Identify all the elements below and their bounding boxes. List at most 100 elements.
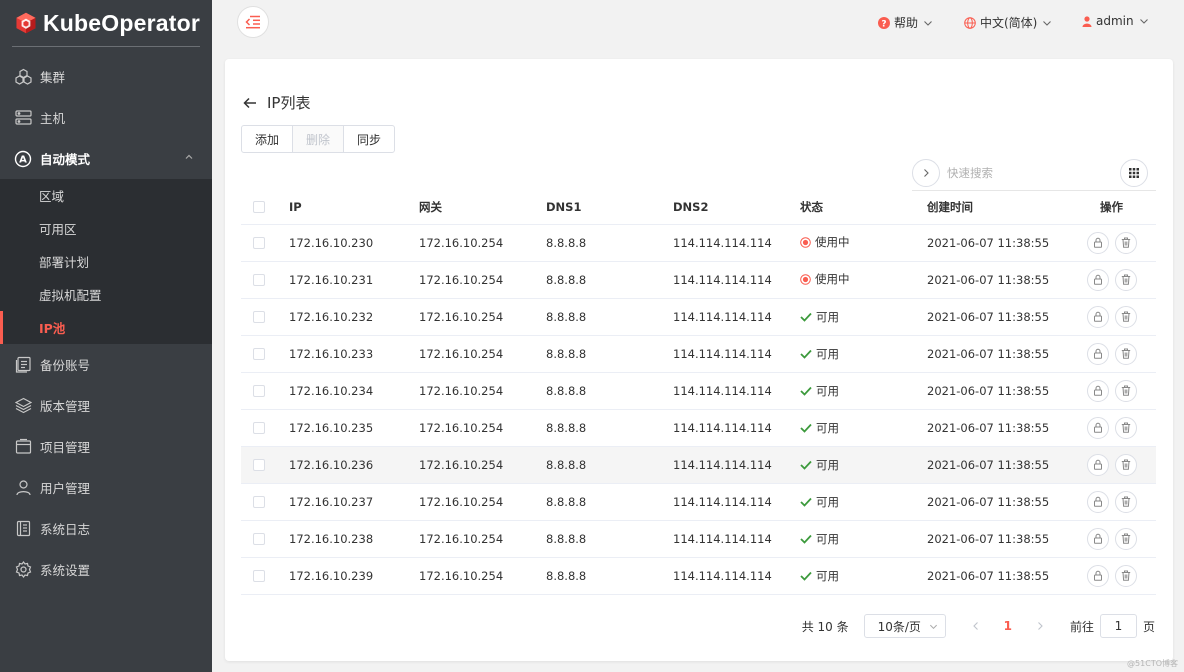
logo[interactable]: KubeOperator bbox=[12, 0, 200, 47]
column-header-dns1[interactable]: DNS1 bbox=[546, 190, 673, 225]
row-checkbox[interactable] bbox=[253, 533, 265, 545]
column-header-actions: 操作 bbox=[1067, 190, 1156, 225]
cell-actions bbox=[1067, 409, 1156, 447]
delete-row-button[interactable] bbox=[1114, 342, 1137, 365]
cell-created: 2021-06-07 11:38:55 bbox=[927, 409, 1067, 447]
page-size-select[interactable]: 10条/页 bbox=[863, 614, 946, 638]
add-button[interactable]: 添加 bbox=[241, 125, 294, 153]
next-page-button[interactable] bbox=[1028, 614, 1052, 638]
table-row[interactable]: 172.16.10.232 172.16.10.254 8.8.8.8 114.114… bbox=[241, 298, 1156, 336]
sidebar-item-host[interactable]: 主机 bbox=[0, 97, 212, 138]
column-header-ip[interactable]: IP bbox=[289, 190, 419, 225]
lock-button[interactable] bbox=[1086, 416, 1109, 439]
back-arrow-icon[interactable] bbox=[243, 97, 257, 109]
table-row[interactable]: 172.16.10.235 172.16.10.254 8.8.8.8 114.114… bbox=[241, 409, 1156, 447]
sidebar-item-backup[interactable]: 备份账号 bbox=[0, 344, 212, 385]
cell-dns1: 8.8.8.8 bbox=[546, 409, 673, 447]
delete-row-button[interactable] bbox=[1114, 416, 1137, 439]
row-checkbox[interactable] bbox=[253, 570, 265, 582]
delete-row-button[interactable] bbox=[1114, 231, 1137, 254]
help-icon: ? bbox=[878, 16, 890, 29]
trash-icon bbox=[1121, 459, 1130, 470]
project-icon bbox=[14, 438, 32, 456]
delete-button[interactable]: 删除 bbox=[292, 125, 345, 153]
table-row[interactable]: 172.16.10.238 172.16.10.254 8.8.8.8 114.114… bbox=[241, 520, 1156, 558]
cell-ip: 172.16.10.236 bbox=[289, 446, 419, 484]
lock-button[interactable] bbox=[1086, 268, 1109, 291]
sidebar-subitem-region[interactable]: 区域 bbox=[0, 179, 212, 212]
search-submit-button[interactable] bbox=[912, 159, 940, 187]
sidebar-subitem-label: IP池 bbox=[39, 321, 66, 336]
row-checkbox[interactable] bbox=[253, 459, 265, 471]
column-header-gateway[interactable]: 网关 bbox=[419, 190, 546, 225]
lock-button[interactable] bbox=[1086, 342, 1109, 365]
delete-row-button[interactable] bbox=[1114, 453, 1137, 476]
select-all-cell bbox=[241, 190, 289, 225]
column-header-status[interactable]: 状态 bbox=[800, 190, 927, 225]
row-checkbox[interactable] bbox=[253, 237, 265, 249]
check-icon bbox=[800, 349, 812, 359]
delete-row-button[interactable] bbox=[1114, 305, 1137, 328]
lock-button[interactable] bbox=[1086, 490, 1109, 513]
row-checkbox[interactable] bbox=[253, 348, 265, 360]
cell-actions bbox=[1067, 520, 1156, 558]
column-header-dns2[interactable]: DNS2 bbox=[673, 190, 800, 225]
row-checkbox[interactable] bbox=[253, 385, 265, 397]
status-badge: 可用 bbox=[800, 383, 839, 399]
table-row[interactable]: 172.16.10.236 172.16.10.254 8.8.8.8 114.114… bbox=[241, 446, 1156, 484]
table-row[interactable]: 172.16.10.237 172.16.10.254 8.8.8.8 114.114… bbox=[241, 483, 1156, 521]
search-input[interactable] bbox=[947, 163, 1107, 183]
sidebar-item-project[interactable]: 项目管理 bbox=[0, 426, 212, 467]
table-row[interactable]: 172.16.10.231 172.16.10.254 8.8.8.8 114.114… bbox=[241, 261, 1156, 299]
table-row[interactable]: 172.16.10.230 172.16.10.254 8.8.8.8 114.114… bbox=[241, 224, 1156, 262]
sidebar-item-logs[interactable]: 系统日志 bbox=[0, 508, 212, 549]
row-checkbox[interactable] bbox=[253, 311, 265, 323]
lock-button[interactable] bbox=[1086, 305, 1109, 328]
sync-button[interactable]: 同步 bbox=[343, 125, 396, 153]
gear-icon bbox=[14, 561, 32, 579]
sidebar-subitem-plan[interactable]: 部署计划 bbox=[0, 245, 212, 278]
automation-submenu: 区域 可用区 部署计划 虚拟机配置 IP池 bbox=[0, 179, 212, 344]
lock-button[interactable] bbox=[1086, 379, 1109, 402]
goto-page-input[interactable]: 1 bbox=[1099, 614, 1137, 638]
sidebar-item-automation[interactable]: A 自动模式 bbox=[0, 138, 212, 179]
column-settings-button[interactable] bbox=[1120, 159, 1148, 187]
table-row[interactable]: 172.16.10.233 172.16.10.254 8.8.8.8 114.114… bbox=[241, 335, 1156, 373]
lock-icon bbox=[1093, 311, 1102, 322]
ip-table: IP 网关 DNS1 DNS2 状态 创建时间 操作 172.16.10.230… bbox=[241, 190, 1156, 595]
table-row[interactable]: 172.16.10.234 172.16.10.254 8.8.8.8 114.114… bbox=[241, 372, 1156, 410]
sidebar-item-users[interactable]: 用户管理 bbox=[0, 467, 212, 508]
language-menu[interactable]: 中文(简体) bbox=[964, 14, 1056, 31]
sidebar-item-cluster[interactable]: 集群 bbox=[0, 56, 212, 97]
sidebar-subitem-vm-config[interactable]: 虚拟机配置 bbox=[0, 278, 212, 311]
row-select-cell bbox=[241, 224, 289, 262]
server-icon bbox=[14, 109, 32, 127]
sidebar-subitem-ip-pool[interactable]: IP池 bbox=[0, 311, 212, 344]
lock-button[interactable] bbox=[1086, 564, 1109, 587]
table-row[interactable]: 172.16.10.239 172.16.10.254 8.8.8.8 114.114… bbox=[241, 557, 1156, 595]
sidebar-toggle-button[interactable] bbox=[237, 6, 269, 38]
row-checkbox[interactable] bbox=[253, 422, 265, 434]
delete-row-button[interactable] bbox=[1114, 564, 1137, 587]
cell-ip: 172.16.10.233 bbox=[289, 335, 419, 373]
sidebar-item-version[interactable]: 版本管理 bbox=[0, 385, 212, 426]
lock-button[interactable] bbox=[1086, 453, 1109, 476]
lock-button[interactable] bbox=[1086, 231, 1109, 254]
help-menu[interactable]: ? 帮助 bbox=[878, 14, 937, 31]
sidebar-item-settings[interactable]: 系统设置 bbox=[0, 549, 212, 590]
page-number-current[interactable]: 1 bbox=[1004, 619, 1012, 633]
pagination-total: 共 10 条 bbox=[801, 619, 849, 634]
row-checkbox[interactable] bbox=[253, 496, 265, 508]
prev-page-button[interactable] bbox=[964, 614, 988, 638]
select-all-checkbox[interactable] bbox=[253, 201, 265, 214]
delete-row-button[interactable] bbox=[1114, 268, 1137, 291]
sidebar-subitem-zone[interactable]: 可用区 bbox=[0, 212, 212, 245]
delete-row-button[interactable] bbox=[1114, 379, 1137, 402]
row-checkbox[interactable] bbox=[253, 274, 265, 286]
lock-button[interactable] bbox=[1086, 527, 1109, 550]
delete-row-button[interactable] bbox=[1114, 527, 1137, 550]
lock-icon bbox=[1093, 459, 1102, 470]
column-header-created[interactable]: 创建时间 bbox=[927, 190, 1067, 225]
delete-row-button[interactable] bbox=[1114, 490, 1137, 513]
user-menu[interactable]: admin bbox=[1082, 14, 1153, 28]
